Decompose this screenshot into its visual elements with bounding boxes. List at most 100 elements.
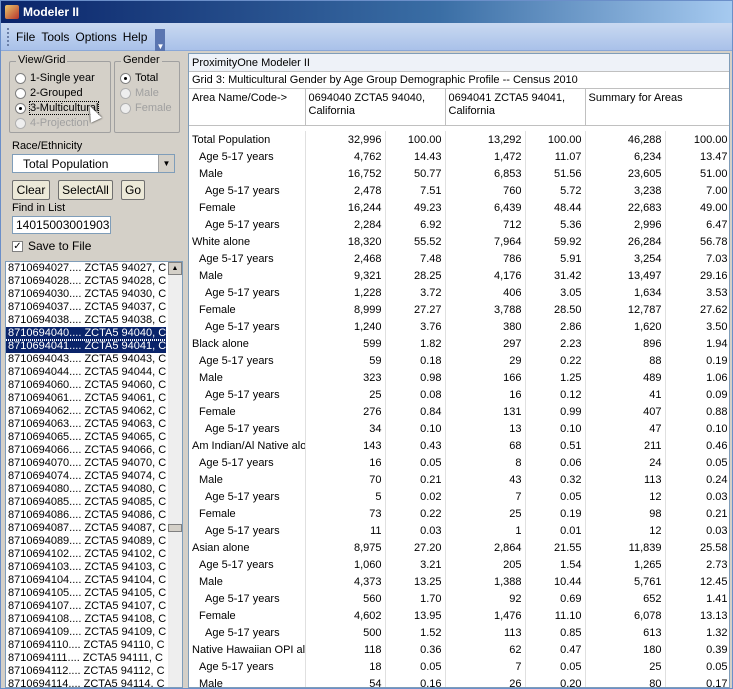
list-item[interactable]: 8710694065.... ZCTA5 94065, C — [6, 431, 166, 444]
list-item[interactable]: 8710694040.... ZCTA5 94040, C — [6, 326, 167, 341]
race-select[interactable]: Total Population ▼ — [12, 154, 175, 173]
list-item[interactable]: 8710694089.... ZCTA5 94089, C — [6, 535, 166, 548]
data-grid[interactable]: ProximityOne Modeler II Grid 3: Multicul… — [188, 53, 730, 688]
list-item[interactable]: 8710694044.... ZCTA5 94044, C — [6, 366, 166, 379]
toolbar-grip-icon[interactable] — [7, 27, 10, 46]
list-item[interactable]: 8710694070.... ZCTA5 94070, C — [6, 457, 166, 470]
table-row[interactable]: Age 5-17 years 11 0.03 1 0.01 12 0.03 — [189, 522, 729, 539]
title-bar[interactable]: Modeler II — [1, 1, 732, 23]
table-row[interactable]: Age 5-17 years 560 1.70 92 0.69 652 1.41 — [189, 590, 729, 607]
table-cell: 8,999 — [305, 301, 386, 318]
table-row[interactable]: White alone 18,320 55.52 7,964 59.92 26,284 56… — [189, 233, 729, 250]
menu-tools[interactable]: Tools — [41, 30, 69, 44]
table-row[interactable]: Total Population 32,996 100.00 13,292 100.00… — [189, 131, 729, 148]
list-item[interactable]: 8710694080.... ZCTA5 94080, C — [6, 483, 166, 496]
table-cell: 6,439 — [445, 199, 526, 216]
list-item[interactable]: 8710694060.... ZCTA5 94060, C — [6, 379, 166, 392]
table-row[interactable]: Female 8,999 27.27 3,788 28.50 12,787 27.62 — [189, 301, 729, 318]
table-row[interactable]: Black alone 599 1.82 297 2.23 896 1.94 — [189, 335, 729, 352]
save-to-file-checkbox[interactable]: ✓ Save to File — [12, 239, 91, 253]
table-cell: 0.98 — [385, 369, 446, 386]
table-cell: 0.21 — [665, 505, 729, 522]
table-cell: 500 — [305, 624, 386, 641]
table-row[interactable]: Age 5-17 years 2,284 6.92 712 5.36 2,996 6.47 — [189, 216, 729, 233]
table-row[interactable]: Female 276 0.84 131 0.99 407 0.88 — [189, 403, 729, 420]
list-item[interactable]: 8710694087.... ZCTA5 94087, C — [6, 522, 166, 535]
list-item[interactable]: 8710694030.... ZCTA5 94030, C — [6, 288, 166, 301]
radio-single-year[interactable]: 1-Single year — [15, 72, 95, 84]
chevron-down-icon[interactable]: ▼ — [158, 155, 174, 172]
list-item[interactable]: 8710694111.... ZCTA5 94111, C — [6, 652, 166, 665]
table-row[interactable]: Age 5-17 years 500 1.52 113 0.85 613 1.32 — [189, 624, 729, 641]
list-scrollbar[interactable]: ▲ — [168, 262, 182, 687]
column-header[interactable]: 0694041 ZCTA5 94041, California — [445, 89, 586, 126]
table-row[interactable]: Male 16,752 50.77 6,853 51.56 23,605 51.00 — [189, 165, 729, 182]
list-item[interactable]: 8710694062.... ZCTA5 94062, C — [6, 405, 166, 418]
table-row[interactable]: Male 4,373 13.25 1,388 10.44 5,761 12.45 — [189, 573, 729, 590]
list-item[interactable]: 8710694107.... ZCTA5 94107, C — [6, 600, 166, 613]
column-header[interactable]: Area Name/Code-> — [189, 89, 306, 126]
list-item[interactable]: 8710694061.... ZCTA5 94061, C — [6, 392, 166, 405]
select-all-button[interactable]: SelectAll — [58, 180, 113, 200]
table-row[interactable]: Age 5-17 years 18 0.05 7 0.05 25 0.05 — [189, 658, 729, 675]
column-header[interactable]: 0694040 ZCTA5 94040, California — [305, 89, 446, 126]
table-cell: 205 — [445, 556, 526, 573]
radio-total[interactable]: Total — [120, 72, 158, 84]
list-item[interactable]: 8710694114.... ZCTA5 94114, C — [6, 678, 166, 687]
table-row[interactable]: Am Indian/Al Native alor 143 0.43 68 0.51 211… — [189, 437, 729, 454]
table-row[interactable]: Age 5-17 years 2,468 7.48 786 5.91 3,254 7.03 — [189, 250, 729, 267]
menu-overflow-icon[interactable]: ▼ — [155, 28, 166, 51]
table-row[interactable]: Asian alone 8,975 27.20 2,864 21.55 11,839 25.… — [189, 539, 729, 556]
table-row[interactable]: Male 323 0.98 166 1.25 489 1.06 — [189, 369, 729, 386]
menu-options[interactable]: Options — [75, 30, 116, 44]
table-row[interactable]: Age 5-17 years 16 0.05 8 0.06 24 0.05 — [189, 454, 729, 471]
table-row[interactable]: Male 54 0.16 26 0.20 80 0.17 — [189, 675, 729, 687]
table-row[interactable]: Age 5-17 years 2,478 7.51 760 5.72 3,238 7.00 — [189, 182, 729, 199]
list-item[interactable]: 8710694038.... ZCTA5 94038, C — [6, 314, 166, 327]
list-item[interactable]: 8710694103.... ZCTA5 94103, C — [6, 561, 166, 574]
table-row[interactable]: Age 5-17 years 25 0.08 16 0.12 41 0.09 — [189, 386, 729, 403]
table-row[interactable]: Age 5-17 years 59 0.18 29 0.22 88 0.19 — [189, 352, 729, 369]
list-item[interactable]: 8710694105.... ZCTA5 94105, C — [6, 587, 166, 600]
table-row[interactable]: Female 73 0.22 25 0.19 98 0.21 — [189, 505, 729, 522]
find-input[interactable]: 14015003001903 — [12, 216, 111, 234]
list-item[interactable]: 8710694074.... ZCTA5 94074, C — [6, 470, 166, 483]
list-item[interactable]: 8710694102.... ZCTA5 94102, C — [6, 548, 166, 561]
table-row[interactable]: Age 5-17 years 4,762 14.43 1,472 11.07 6,234 1… — [189, 148, 729, 165]
table-row[interactable]: Age 5-17 years 1,240 3.76 380 2.86 1,620 3.50 — [189, 318, 729, 335]
table-row[interactable]: Native Hawaiian OPI alo 118 0.36 62 0.47 180 0… — [189, 641, 729, 658]
list-item[interactable]: 8710694027.... ZCTA5 94027, C — [6, 262, 166, 275]
table-row[interactable]: Age 5-17 years 34 0.10 13 0.10 47 0.10 — [189, 420, 729, 437]
list-item[interactable]: 8710694028.... ZCTA5 94028, C — [6, 275, 166, 288]
menu-file[interactable]: File — [16, 30, 35, 44]
table-row[interactable]: Female 16,244 49.23 6,439 48.44 22,683 49.00 — [189, 199, 729, 216]
list-item[interactable]: 8710694041.... ZCTA5 94041, C — [6, 339, 167, 354]
radio-grouped[interactable]: 2-Grouped — [15, 87, 83, 99]
column-header[interactable]: Summary for Areas — [585, 89, 729, 126]
list-item[interactable]: 8710694085.... ZCTA5 94085, C — [6, 496, 166, 509]
list-item[interactable]: 8710694104.... ZCTA5 94104, C — [6, 574, 166, 587]
table-row[interactable]: Male 70 0.21 43 0.32 113 0.24 — [189, 471, 729, 488]
table-row[interactable]: Age 5-17 years 5 0.02 7 0.05 12 0.03 — [189, 488, 729, 505]
menu-help[interactable]: Help — [123, 30, 148, 44]
scroll-up-icon[interactable]: ▲ — [168, 262, 182, 275]
scroll-thumb[interactable] — [168, 524, 182, 532]
clear-button[interactable]: Clear — [12, 180, 50, 200]
list-item[interactable]: 8710694043.... ZCTA5 94043, C — [6, 353, 166, 366]
area-list[interactable]: 8710694027.... ZCTA5 94027, C 8710694028.… — [5, 261, 183, 688]
list-item[interactable]: 8710694066.... ZCTA5 94066, C — [6, 444, 166, 457]
table-cell: 0.05 — [525, 488, 586, 505]
table-cell: 7.03 — [665, 250, 729, 267]
list-item[interactable]: 8710694086.... ZCTA5 94086, C — [6, 509, 166, 522]
list-item[interactable]: 8710694108.... ZCTA5 94108, C — [6, 613, 166, 626]
list-item[interactable]: 8710694110.... ZCTA5 94110, C — [6, 639, 166, 652]
table-row[interactable]: Male 9,321 28.25 4,176 31.42 13,497 29.16 — [189, 267, 729, 284]
table-row[interactable]: Age 5-17 years 1,060 3.21 205 1.54 1,265 2.73 — [189, 556, 729, 573]
list-item[interactable]: 8710694109.... ZCTA5 94109, C — [6, 626, 166, 639]
table-row[interactable]: Female 4,602 13.95 1,476 11.10 6,078 13.13 — [189, 607, 729, 624]
list-item[interactable]: 8710694063.... ZCTA5 94063, C — [6, 418, 166, 431]
list-item[interactable]: 8710694037.... ZCTA5 94037, C — [6, 301, 166, 314]
table-row[interactable]: Age 5-17 years 1,228 3.72 406 3.05 1,634 3.53 — [189, 284, 729, 301]
list-item[interactable]: 8710694112.... ZCTA5 94112, C — [6, 665, 166, 678]
go-button[interactable]: Go — [121, 180, 145, 200]
